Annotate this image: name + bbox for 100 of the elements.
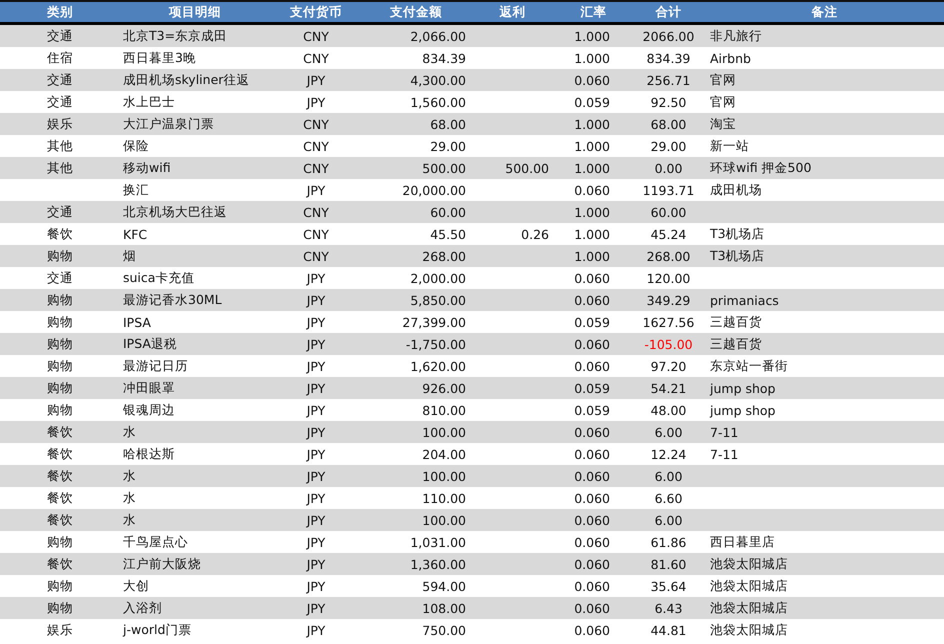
column-header: 返利 [498, 4, 526, 20]
table-cell-text: JPY [305, 292, 326, 308]
table-cell-text: JPY [305, 270, 326, 286]
table-cell-text: 哈根达斯 [122, 446, 176, 462]
table-cell-text: 0.060 [573, 182, 611, 198]
table-cell-text: 餐饮 [46, 424, 74, 440]
table-cell-text: 6.00 [654, 424, 684, 440]
table-cell-text: 烟 [122, 248, 137, 264]
table-cell-text: 0.26 [520, 226, 550, 242]
table-cell-text: 29.00 [429, 138, 467, 154]
table-cell-text: 银魂周边 [122, 402, 176, 418]
table-cell-text: 4,300.00 [409, 72, 467, 88]
table-cell-text: JPY [305, 358, 326, 374]
table-cell-text: 换汇 [122, 182, 150, 198]
table-cell-text: 0.060 [573, 600, 611, 616]
table-cell-text: 1,360.00 [409, 556, 467, 572]
table-cell-text: 29.00 [650, 138, 688, 154]
table-cell-text: 交通 [46, 270, 74, 286]
table-cell-text: 1.000 [573, 138, 611, 154]
table-cell-text: 北京T3=东京成田 [122, 28, 228, 44]
table-cell-text: 入浴剂 [122, 600, 163, 616]
table-cell-text: 水 [122, 424, 137, 440]
table-cell-text: JPY [305, 534, 326, 550]
table-cell-text: 0.060 [573, 556, 611, 572]
table-cell-text: 100.00 [421, 468, 467, 484]
table-cell-text: 349.29 [646, 292, 692, 308]
table-cell-text: 750.00 [421, 622, 467, 638]
table-cell-text: 餐饮 [46, 446, 74, 462]
table-cell-text: 东京站一番街 [709, 358, 789, 374]
table-cell-text: 20,000.00 [401, 182, 467, 198]
table-cell-text: 移动wifi [122, 160, 172, 176]
table-cell-text: 35.64 [650, 578, 688, 594]
table-cell-text: T3机场店 [709, 248, 766, 264]
table-cell-text: 6.60 [654, 490, 684, 506]
table-cell-text: 0.059 [573, 314, 611, 330]
table-cell-text: 97.20 [650, 358, 688, 374]
table-cell-text: JPY [305, 468, 326, 484]
table-cell-text: 1193.71 [642, 182, 696, 198]
table-cell-text: 大创 [122, 578, 150, 594]
table-cell-text: 最游记香水30ML [122, 292, 223, 308]
table-cell-text: 100.00 [421, 512, 467, 528]
table-cell-text: 48.00 [650, 402, 688, 418]
table-cell-text: 27,399.00 [401, 314, 467, 330]
table-cell-text: 三越百货 [709, 314, 763, 330]
table-cell-text: CNY [302, 28, 330, 44]
table-cell-text: 1.000 [573, 248, 611, 264]
table-cell-text: 45.24 [650, 226, 688, 242]
table-cell-text: 256.71 [646, 72, 692, 88]
table-cell-text: 0.060 [573, 336, 611, 352]
table-cell-text: JPY [305, 578, 326, 594]
table-cell-text: KFC [122, 226, 148, 242]
table-cell-text: 7-11 [709, 424, 740, 440]
table-cell-text: 购物 [46, 380, 74, 396]
column-header: 支付金额 [388, 4, 443, 20]
table-cell-text: 120.00 [646, 270, 692, 286]
table-cell-text: IPSA [122, 314, 152, 330]
table-cell-text: JPY [305, 490, 326, 506]
table-cell-text: JPY [305, 94, 326, 110]
table-cell-text: jump shop [708, 402, 776, 418]
table-cell-text: JPY [305, 314, 326, 330]
column-header: 类别 [46, 4, 74, 20]
table-cell-text: 0.060 [573, 358, 611, 374]
table-cell-text: 购物 [46, 248, 74, 264]
table-cell-text: 2,066.00 [409, 28, 467, 44]
table-cell-text: 1.000 [573, 50, 611, 66]
table-cell-text: 1,620.00 [409, 358, 467, 374]
table-cell-text: 水 [122, 468, 137, 484]
table-cell-text: JPY [305, 556, 326, 572]
table-cell-text: 水 [122, 490, 137, 506]
table-cell-text: JPY [305, 600, 326, 616]
table-cell-text: CNY [302, 138, 330, 154]
table-cell-text: Airbnb [709, 50, 752, 66]
table-cell-text: 0.060 [573, 578, 611, 594]
table-cell-text: 68.00 [429, 116, 467, 132]
table-cell-text: 834.39 [421, 50, 467, 66]
table-cell-text: T3机场店 [709, 226, 766, 242]
table-cell-text: 68.00 [650, 116, 688, 132]
column-header: 项目明细 [168, 4, 222, 20]
table-cell-text: 官网 [709, 72, 737, 88]
table-cell-text: 1.000 [573, 226, 611, 242]
table-cell-text: 54.21 [650, 380, 688, 396]
table-cell-text: 0.059 [573, 402, 611, 418]
table-cell-text: 6.43 [654, 600, 684, 616]
table-cell-text: JPY [305, 336, 326, 352]
table-cell-text: 1.000 [573, 28, 611, 44]
table-cell-text: 0.060 [573, 622, 611, 638]
table-cell-text: 购物 [46, 534, 74, 550]
table-cell-text: 45.50 [429, 226, 467, 242]
table-cell-text: 购物 [46, 600, 74, 616]
table-cell-text: -105.00 [643, 336, 694, 352]
table-cell-text: 1,560.00 [409, 94, 467, 110]
table-cell-text: 0.060 [573, 270, 611, 286]
table-cell-text: 0.059 [573, 380, 611, 396]
table-cell-text: 268.00 [421, 248, 467, 264]
table-cell-text: 最游记日历 [122, 358, 189, 374]
table-cell-text: JPY [305, 182, 326, 198]
table-cell-text: CNY [302, 204, 330, 220]
table-cell-text: jump shop [708, 380, 776, 396]
table-cell-text: 60.00 [650, 204, 688, 220]
table-cell-text: suica卡充值 [122, 270, 196, 286]
